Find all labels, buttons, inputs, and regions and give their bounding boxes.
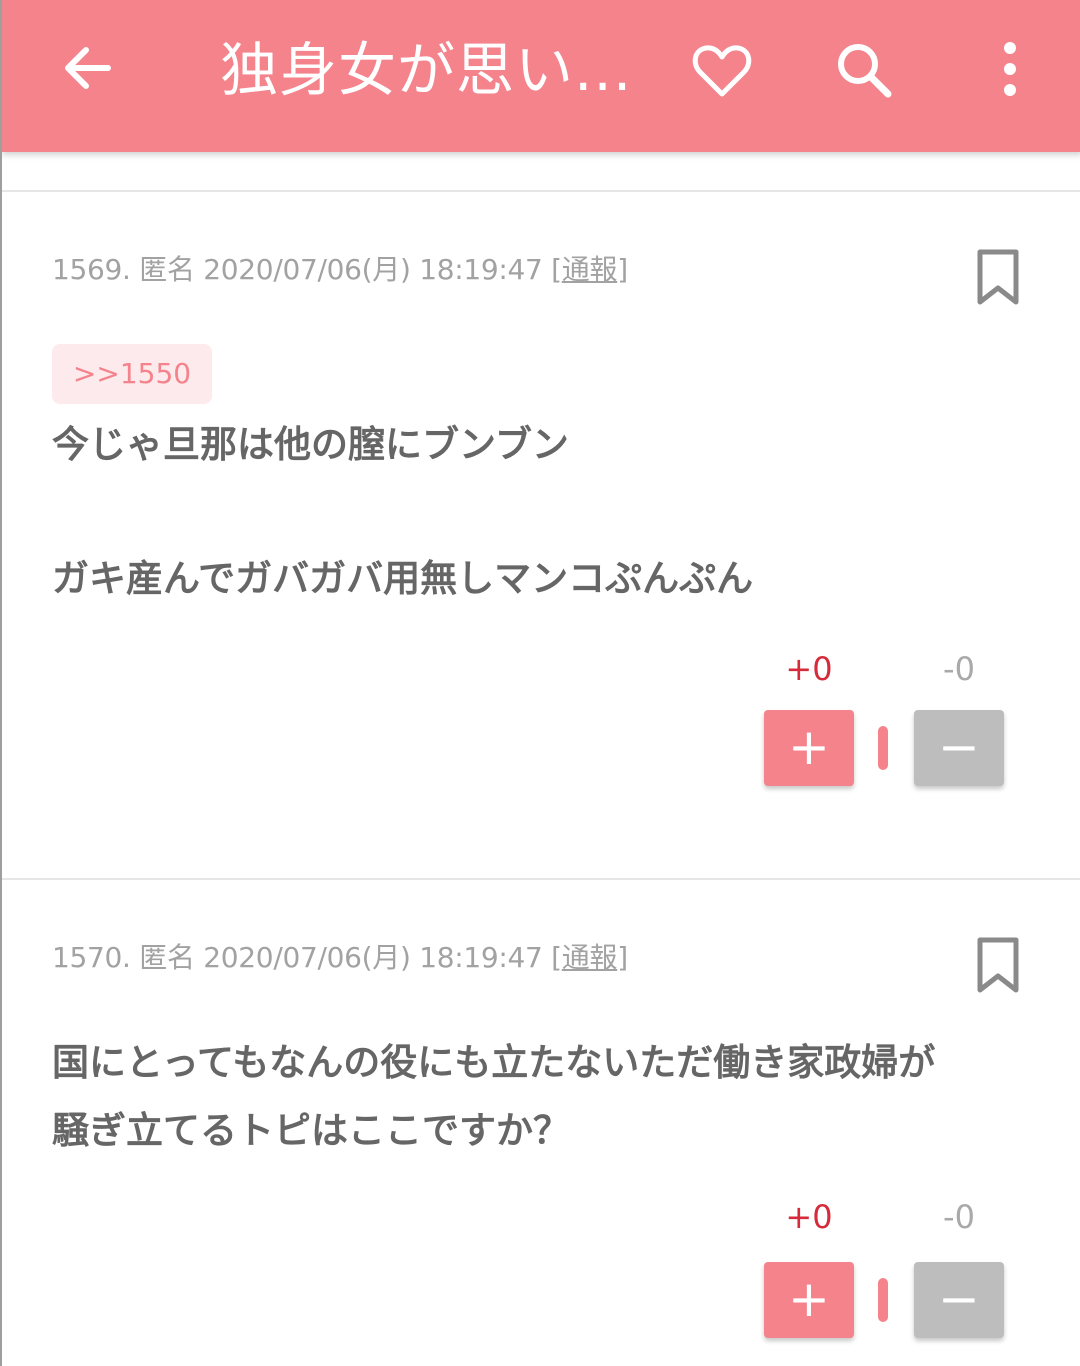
minus-vote-button[interactable]: − bbox=[914, 710, 1004, 786]
back-arrow-icon[interactable] bbox=[56, 36, 120, 100]
post-meta-close: ] bbox=[617, 941, 628, 974]
comment-post: 1569. 匿名 2020/07/06(月) 18:19:47 [通報] >>1… bbox=[2, 192, 1080, 878]
post-meta: 1569. 匿名 2020/07/06(月) 18:19:47 [通報] bbox=[52, 248, 628, 288]
bookmark-icon[interactable] bbox=[972, 248, 1024, 308]
search-icon[interactable] bbox=[832, 38, 896, 102]
post-meta-text: 1569. 匿名 2020/07/06(月) 18:19:47 [ bbox=[52, 253, 562, 286]
post-body-line: 国にとってもなんの役にも立たないただ働き家政婦が bbox=[52, 1041, 936, 1084]
reply-anchor-link[interactable]: >>1550 bbox=[52, 344, 212, 404]
vote-ratio-bar bbox=[878, 1278, 888, 1322]
minus-count: -0 bbox=[943, 1198, 975, 1236]
plus-count: +0 bbox=[785, 650, 833, 688]
report-link[interactable]: 通報 bbox=[562, 253, 618, 286]
post-meta-close: ] bbox=[617, 253, 628, 286]
post-meta: 1570. 匿名 2020/07/06(月) 18:19:47 [通報] bbox=[52, 936, 628, 976]
post-meta-text: 1570. 匿名 2020/07/06(月) 18:19:47 [ bbox=[52, 941, 562, 974]
post-body-line: ガキ産んでガバガバ用無しマンコぷんぷん bbox=[52, 557, 754, 600]
plus-vote-button[interactable]: + bbox=[764, 710, 854, 786]
more-vert-icon[interactable] bbox=[978, 38, 1042, 102]
post-body-line: 今じゃ旦那は他の膣にブンブン bbox=[52, 423, 569, 466]
vote-ratio-bar bbox=[878, 726, 888, 770]
post-body-line: 騒ぎ立てるトピはここですか？ bbox=[52, 1109, 570, 1152]
page-title: 独身女が思い... bbox=[220, 36, 633, 104]
heart-icon[interactable] bbox=[690, 38, 754, 102]
comment-post: 1570. 匿名 2020/07/06(月) 18:19:47 [通報] 国にと… bbox=[2, 880, 1080, 1366]
bookmark-icon[interactable] bbox=[972, 936, 1024, 996]
report-link[interactable]: 通報 bbox=[562, 941, 618, 974]
plus-vote-button[interactable]: + bbox=[764, 1262, 854, 1338]
app-bar: 独身女が思い... bbox=[2, 0, 1080, 152]
app-screen: 独身女が思い... 1569. 匿名 2020/07/06(月) 18:19:4… bbox=[0, 0, 1080, 1366]
minus-count: -0 bbox=[943, 650, 975, 688]
plus-count: +0 bbox=[785, 1198, 833, 1236]
minus-vote-button[interactable]: − bbox=[914, 1262, 1004, 1338]
